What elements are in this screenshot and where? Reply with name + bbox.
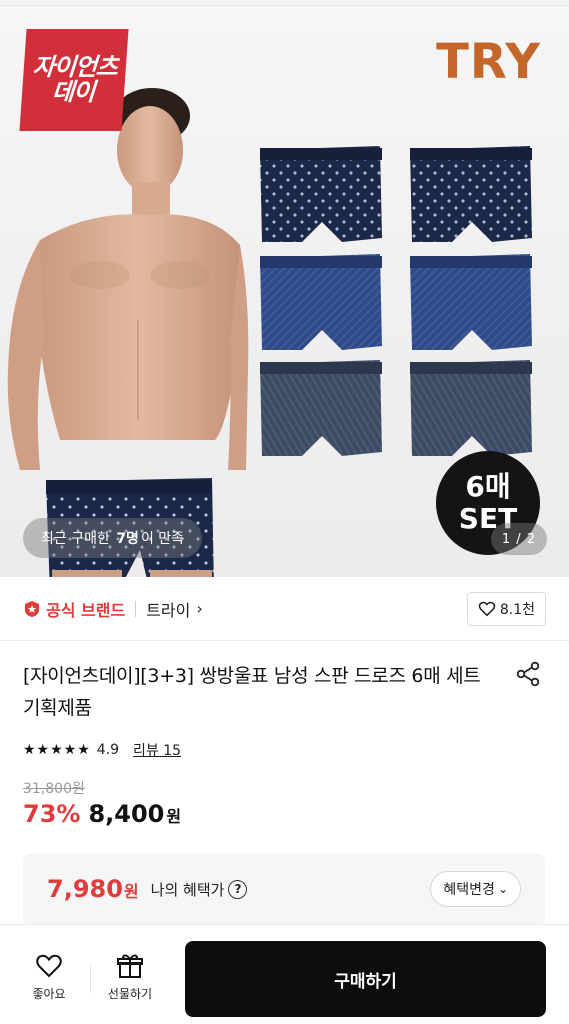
giants-day-badge: 자이언츠 데이 xyxy=(19,29,129,131)
model-photo xyxy=(7,88,249,577)
my-benefit-box: 7,980원 나의 혜택가 ? 혜택변경 ⌄ xyxy=(23,853,545,925)
rating-row: ★★★★★ 4.9 리뷰 15 xyxy=(23,740,181,760)
brand-logo: TRY xyxy=(436,34,541,90)
share-icon[interactable] xyxy=(514,660,542,688)
help-icon[interactable]: ? xyxy=(228,879,248,899)
sale-price-unit: 원 xyxy=(166,807,182,826)
change-benefit-label: 혜택변경 xyxy=(443,882,495,898)
divider xyxy=(90,965,91,993)
rating-score: 4.9 xyxy=(96,742,120,758)
divider xyxy=(135,600,137,617)
gift-icon xyxy=(117,954,143,978)
price-row: 73% 8,400 원 xyxy=(23,800,181,828)
brand-link[interactable]: 트라이 › xyxy=(146,597,203,621)
product-image-carousel[interactable]: 자이언츠 데이 TRY 6매 SET 최근 구매한 7명 이 만족 1 / 2 xyxy=(0,6,569,577)
brand-name: 트라이 xyxy=(146,600,191,620)
heart-icon xyxy=(478,601,496,617)
badge-line-2: 데이 xyxy=(51,78,96,106)
recent-count: 7명 xyxy=(116,531,139,547)
set-badge-line-1: 6매 xyxy=(465,469,511,503)
wishlist-label: 좋아요 xyxy=(32,987,66,1001)
buy-button[interactable]: 구매하기 xyxy=(185,941,546,1017)
benefit-label: 나의 혜택가 ? xyxy=(151,879,248,900)
recent-suffix: 이 만족 xyxy=(140,531,185,547)
official-star-icon xyxy=(25,600,39,617)
change-benefit-button[interactable]: 혜택변경 ⌄ xyxy=(430,871,521,907)
recent-prefix: 최근 구매한 xyxy=(41,531,110,547)
badge-line-1: 자이언츠 xyxy=(31,52,119,81)
benefit-label-text: 나의 혜택가 xyxy=(150,880,225,899)
gift-label: 선물하기 xyxy=(107,987,153,1001)
original-price: 31,800원 xyxy=(23,781,85,797)
benefit-price-value: 7,980 xyxy=(47,875,123,903)
like-count-button[interactable]: 8.1천 xyxy=(466,592,546,626)
image-pager: 1 / 2 xyxy=(491,523,547,555)
gift-button[interactable]: 선물하기 xyxy=(100,953,160,1002)
discount-rate: 73% xyxy=(23,800,81,828)
chevron-down-icon: ⌄ xyxy=(497,882,508,896)
heart-icon xyxy=(36,954,62,978)
official-brand-tag: 공식 브랜드 xyxy=(23,597,125,621)
official-brand-label: 공식 브랜드 xyxy=(46,600,126,620)
sale-price: 8,400 xyxy=(88,800,165,828)
chevron-right-icon: › xyxy=(196,599,203,618)
bottom-action-bar: 좋아요 선물하기 구매하기 xyxy=(0,924,569,1024)
recent-buyers-pill: 최근 구매한 7명 이 만족 xyxy=(23,518,203,558)
like-count: 8.1천 xyxy=(499,602,535,618)
benefit-price-unit: 원 xyxy=(123,882,139,901)
brand-row: 공식 브랜드 트라이 › 8.1천 xyxy=(0,577,569,641)
star-rating-icon: ★★★★★ xyxy=(23,742,91,758)
benefit-price: 7,980원 xyxy=(47,875,139,903)
wishlist-button[interactable]: 좋아요 xyxy=(19,953,79,1002)
six-pack-product-grid xyxy=(260,146,532,456)
product-title: [자이언츠데이][3+3] 쌍방울표 남성 스판 드로즈 6매 세트 기획제품 xyxy=(23,665,481,719)
review-link[interactable]: 리뷰 15 xyxy=(133,740,181,760)
